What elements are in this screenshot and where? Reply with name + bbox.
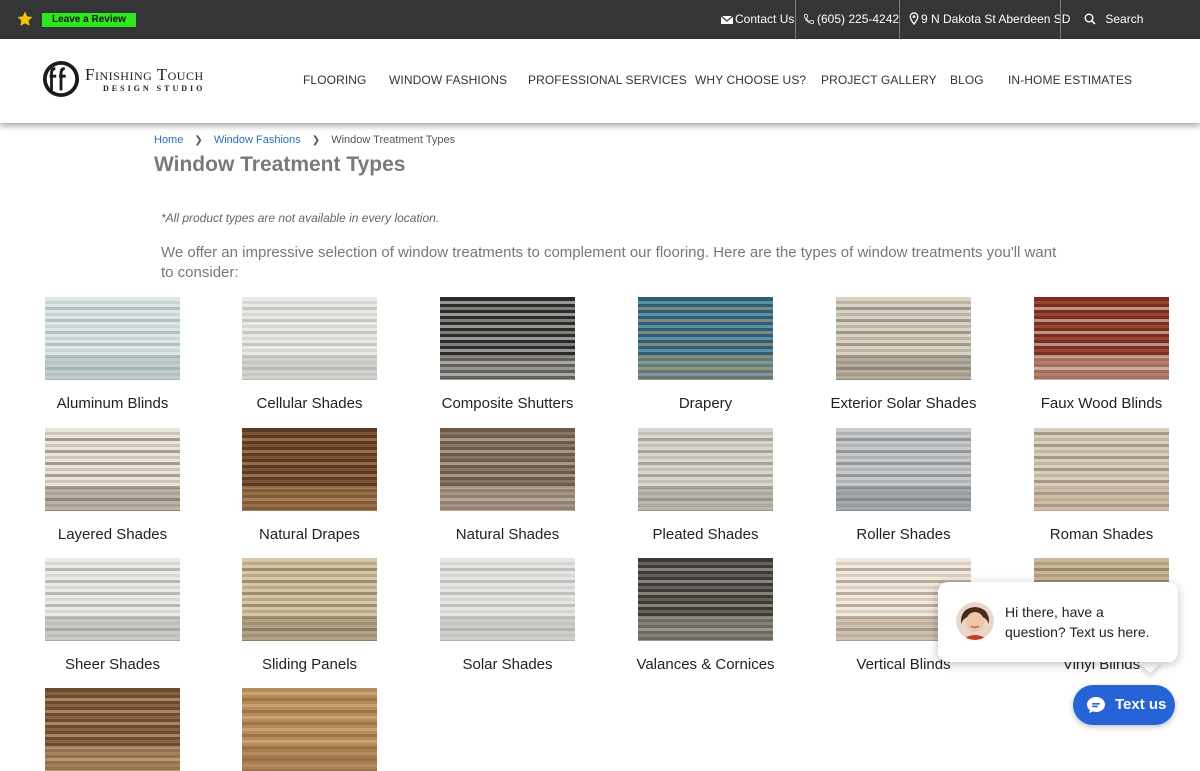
breadcrumb-window-fashions[interactable]: Window Fashions — [214, 134, 301, 146]
logo-title[interactable]: Finishing Touch — [85, 65, 204, 85]
text-us-label: Text us — [1115, 696, 1167, 713]
breadcrumb-home[interactable]: Home — [154, 134, 183, 146]
chat-greeting-bubble[interactable]: Hi there, have a question? Text us here. — [938, 582, 1178, 662]
product-label[interactable]: Roller Shades — [816, 526, 991, 543]
product-label[interactable]: Exterior Solar Shades — [816, 395, 991, 412]
product-label[interactable]: Natural Drapes — [222, 526, 397, 543]
product-image[interactable] — [242, 428, 377, 511]
breadcrumb-current: Window Treatment Types — [331, 134, 456, 146]
chat-greeting-text: Hi there, have a question? Text us here. — [1005, 604, 1150, 640]
product-image[interactable] — [242, 558, 377, 641]
logo-mark-icon[interactable] — [42, 60, 80, 98]
address-link[interactable]: 9 N Dakota St Aberdeen SD — [909, 0, 1070, 39]
agent-avatar — [956, 602, 994, 640]
leave-review-button[interactable]: Leave a Review — [42, 13, 136, 27]
product-image[interactable] — [242, 297, 377, 380]
nav-project-gallery[interactable]: PROJECT GALLERY — [821, 73, 937, 87]
product-image[interactable] — [45, 558, 180, 641]
divider — [1060, 0, 1061, 39]
product-label[interactable]: Sheer Shades — [25, 656, 200, 673]
intro-paragraph: We offer an impressive selection of wind… — [161, 244, 1057, 281]
nav-blog[interactable]: BLOG — [950, 73, 984, 87]
phone-link[interactable]: (605) 225-4242 — [803, 0, 899, 39]
product-image[interactable] — [638, 558, 773, 641]
product-image[interactable] — [45, 297, 180, 380]
chevron-right-icon: ❯ — [311, 135, 321, 146]
product-image[interactable] — [638, 297, 773, 380]
product-label[interactable]: Pleated Shades — [618, 526, 793, 543]
product-image[interactable] — [242, 688, 377, 771]
envelope-icon — [720, 15, 734, 24]
product-image[interactable] — [836, 428, 971, 511]
nav-window-fashions[interactable]: WINDOW FASHIONS — [389, 73, 507, 87]
breadcrumb: Home ❯ Window Fashions ❯ Window Treatmen… — [154, 134, 455, 146]
utility-bar: Leave a Review Contact Us (605) 225-4242… — [0, 0, 1200, 39]
address-text: 9 N Dakota St Aberdeen SD — [921, 12, 1071, 26]
product-image[interactable] — [1034, 297, 1169, 380]
product-image[interactable] — [45, 688, 180, 771]
divider — [795, 0, 796, 39]
map-pin-icon — [909, 12, 919, 26]
chat-bubble-icon — [1087, 697, 1105, 713]
contact-us-link[interactable]: Contact Us — [720, 0, 795, 39]
nav-flooring[interactable]: FLOORING — [303, 73, 366, 87]
availability-disclaimer: *All product types are not available in … — [161, 211, 440, 225]
nav-in-home-estimates[interactable]: IN-HOME ESTIMATES — [1008, 73, 1132, 87]
site-header: Finishing Touch DESIGN STUDIO FLOORING W… — [0, 39, 1200, 123]
product-image[interactable] — [440, 297, 575, 380]
product-image[interactable] — [1034, 428, 1169, 511]
product-label[interactable]: Valances & Cornices — [618, 656, 793, 673]
product-image[interactable] — [638, 428, 773, 511]
product-label[interactable]: Cellular Shades — [222, 395, 397, 412]
product-label[interactable]: Layered Shades — [25, 526, 200, 543]
search-link[interactable]: Search — [1084, 0, 1143, 39]
contact-us-label: Contact Us — [735, 12, 795, 26]
product-image[interactable] — [836, 297, 971, 380]
search-icon — [1084, 13, 1096, 25]
phone-number: (605) 225-4242 — [817, 12, 900, 26]
divider — [899, 0, 900, 39]
nav-why-choose-us[interactable]: WHY CHOOSE US? — [695, 73, 806, 87]
product-label[interactable]: Composite Shutters — [420, 395, 595, 412]
text-us-button[interactable]: Text us — [1073, 685, 1175, 725]
product-image[interactable] — [45, 428, 180, 511]
logo-subtitle: DESIGN STUDIO — [103, 84, 206, 93]
search-label: Search — [1105, 12, 1144, 26]
product-image[interactable] — [440, 428, 575, 511]
product-label[interactable]: Faux Wood Blinds — [1014, 395, 1189, 412]
product-label[interactable]: Aluminum Blinds — [25, 395, 200, 412]
product-label[interactable]: Solar Shades — [420, 656, 595, 673]
product-label[interactable]: Roman Shades — [1014, 526, 1189, 543]
product-label[interactable]: Natural Shades — [420, 526, 595, 543]
product-label[interactable]: Drapery — [618, 395, 793, 412]
product-label[interactable]: Sliding Panels — [222, 656, 397, 673]
chevron-right-icon: ❯ — [194, 135, 203, 146]
nav-professional-services[interactable]: PROFESSIONAL SERVICES — [528, 73, 687, 87]
star-icon[interactable] — [16, 10, 34, 28]
product-image[interactable] — [440, 558, 575, 641]
page-title: Window Treatment Types — [154, 153, 406, 176]
phone-icon — [804, 14, 814, 24]
